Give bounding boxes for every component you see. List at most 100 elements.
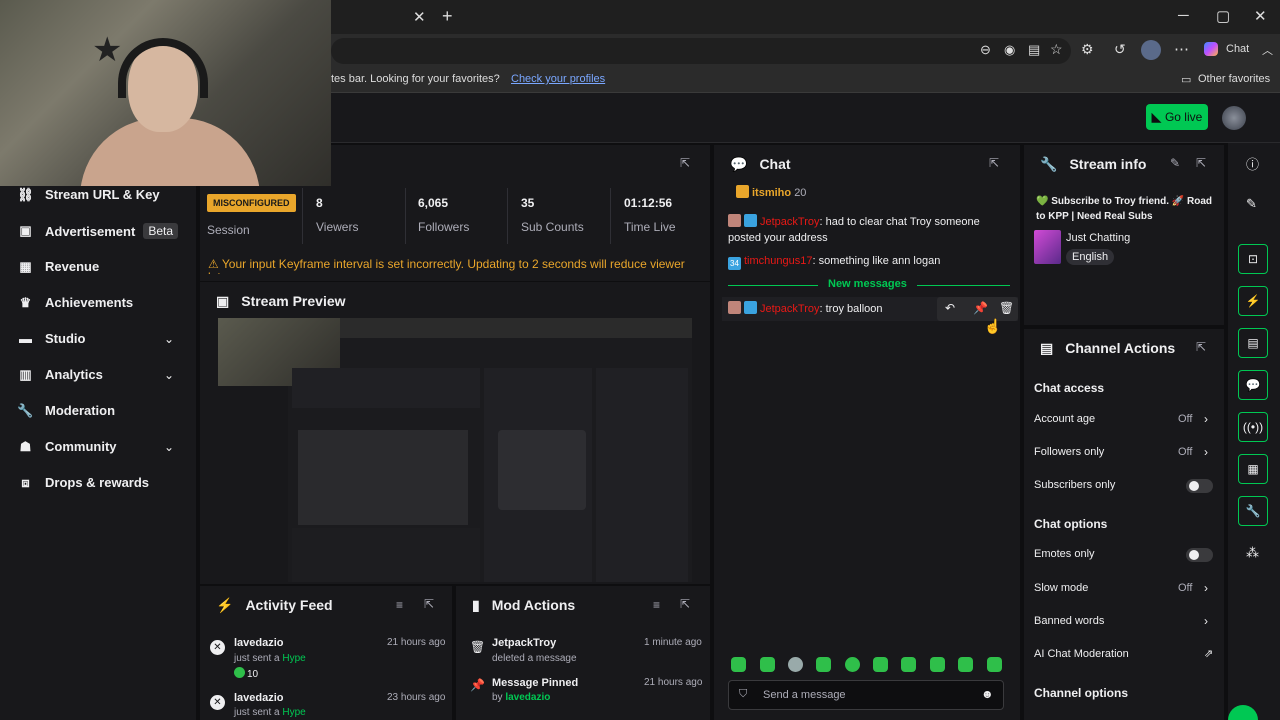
warning-text: Your input Keyframe interval is set inco… (208, 258, 685, 274)
add-action-icon[interactable]: ⁂ (1246, 545, 1259, 561)
nav-item-moderation[interactable]: 🔧 Moderation (17, 403, 115, 419)
pin-icon[interactable]: 📌 (973, 301, 988, 315)
popout-icon[interactable]: ⇱ (680, 156, 690, 170)
feed-user[interactable]: lavedazio (234, 637, 284, 649)
copilot-icon[interactable] (1204, 42, 1218, 56)
new-tab-icon[interactable]: + (442, 6, 453, 27)
other-favorites[interactable]: Other favorites (1198, 73, 1270, 85)
popout-icon[interactable]: ⇱ (680, 597, 690, 611)
category-box-art[interactable] (1034, 230, 1061, 264)
go-live-button[interactable]: ◣ Go live (1146, 104, 1208, 130)
chat-username[interactable]: itsmiho (752, 187, 791, 199)
emote-icon[interactable] (987, 657, 1002, 672)
chevron-right-icon[interactable]: › (1204, 412, 1208, 426)
quick-action-layout[interactable]: ▦ (1238, 454, 1268, 484)
edit-icon[interactable]: ✎ (1170, 156, 1180, 170)
popout-icon[interactable]: ⇱ (989, 156, 999, 170)
emotes-only-toggle[interactable] (1186, 548, 1213, 562)
quick-action-lightning[interactable]: ⚡ (1238, 286, 1268, 316)
emote-icon[interactable] (760, 657, 775, 672)
edit-icon[interactable]: ✎ (1246, 196, 1257, 212)
zoom-icon[interactable]: ⊖ (980, 42, 991, 58)
language-tag[interactable]: English (1066, 249, 1115, 265)
filter-icon[interactable]: ≡ (653, 598, 660, 612)
banned-words-label[interactable]: Banned words (1034, 615, 1104, 627)
chat-input-placeholder: Send a message (763, 689, 846, 701)
delete-icon[interactable]: 🗑 (999, 301, 1014, 315)
emote-icon[interactable] (873, 657, 888, 672)
profile-avatar[interactable] (1141, 40, 1161, 60)
close-tab-icon[interactable]: ✕ (413, 8, 426, 26)
nav-item-revenue[interactable]: ▦ Revenue (18, 259, 99, 275)
chat-username[interactable]: JetpackTroy (760, 216, 820, 228)
feed-action-text: just sent a (234, 653, 280, 664)
account-age-label[interactable]: Account age (1034, 413, 1095, 425)
mod-action-user[interactable]: JetpackTroy (492, 637, 556, 649)
ai-chat-moderation-label[interactable]: AI Chat Moderation (1034, 648, 1129, 660)
emote-icon[interactable] (788, 657, 803, 672)
chevron-down-icon[interactable]: ⌄ (164, 440, 174, 454)
nav-item-achievements[interactable]: ♛ Achievements (18, 295, 133, 311)
tracking-icon[interactable]: ◉ (1004, 42, 1015, 58)
nav-item-community[interactable]: ☗ Community (18, 439, 117, 455)
emote-icon[interactable] (930, 657, 945, 672)
feed-amount: 10 (234, 667, 258, 680)
popout-icon[interactable]: ⇱ (1196, 340, 1206, 354)
popout-icon[interactable]: ⇱ (1196, 156, 1206, 170)
emote-icon[interactable] (958, 657, 973, 672)
followers-only-label[interactable]: Followers only (1034, 446, 1104, 458)
reader-icon[interactable]: ▤ (1028, 42, 1040, 58)
nav-item-advertisement[interactable]: ▣ Advertisement Beta (18, 223, 178, 239)
nav-item-drops[interactable]: ⧈ Drops & rewards (18, 475, 149, 491)
close-window-icon[interactable]: ✕ (1254, 7, 1267, 25)
copilot-label[interactable]: Chat (1226, 43, 1249, 55)
chevron-right-icon[interactable]: › (1204, 445, 1208, 459)
user-avatar[interactable] (1222, 106, 1246, 130)
chevron-down-icon[interactable]: ⌄ (164, 368, 174, 382)
emote-icon[interactable] (731, 657, 746, 672)
emote-icon[interactable] (845, 657, 860, 672)
emote-icon[interactable] (901, 657, 916, 672)
maximize-icon[interactable]: ▢ (1216, 7, 1230, 25)
more-menu-icon[interactable]: ⋯ (1174, 40, 1189, 58)
quick-action-settings[interactable]: 🔧 (1238, 496, 1268, 526)
quick-action-chat[interactable]: 💬 (1238, 370, 1268, 400)
nav-item-analytics[interactable]: ▥ Analytics (18, 367, 102, 383)
url-field[interactable] (331, 38, 1071, 64)
info-icon[interactable]: ⓘ (1246, 154, 1259, 173)
minimize-icon[interactable]: ─ (1178, 7, 1189, 24)
feed-user[interactable]: lavedazio (234, 692, 284, 704)
external-link-icon[interactable]: ⇗ (1204, 647, 1213, 660)
category-name[interactable]: Just Chatting (1066, 232, 1130, 244)
chevron-up-icon[interactable]: ︿ (1262, 42, 1273, 58)
slow-mode-label[interactable]: Slow mode (1034, 582, 1088, 594)
emoji-icon[interactable]: ☻ (981, 687, 994, 701)
filter-icon[interactable]: ≡ (396, 598, 403, 612)
shield-icon[interactable]: ⛉ (739, 688, 747, 701)
quick-action-notes[interactable]: ▤ (1238, 328, 1268, 358)
subscribers-only-toggle[interactable] (1186, 479, 1213, 493)
emote-icon[interactable] (816, 657, 831, 672)
mod-action-user[interactable]: Message Pinned (492, 677, 578, 689)
extensions-icon[interactable]: ⚙ (1081, 41, 1094, 58)
undo-icon[interactable]: ↶ (945, 301, 955, 315)
chevron-down-icon[interactable]: ⌄ (164, 332, 174, 346)
chat-input[interactable]: ⛉ Send a message ☻ (728, 680, 1004, 710)
chevron-right-icon[interactable]: › (1204, 614, 1208, 628)
time-live-label: Time Live (624, 220, 676, 234)
nav-label: Advertisement (45, 223, 136, 239)
followers-value: 6,065 (418, 196, 449, 210)
quick-action-clip[interactable]: ⊡ (1238, 244, 1268, 274)
check-profiles-link[interactable]: Check your profiles (511, 73, 605, 85)
chat-username[interactable]: timchungus17 (744, 255, 813, 267)
stream-preview-video[interactable] (218, 318, 692, 582)
nav-item-stream-url[interactable]: ⛓ Stream URL & Key (17, 187, 159, 203)
favorite-star-icon[interactable]: ☆ (1050, 41, 1063, 58)
chat-username[interactable]: JetpackTroy (760, 303, 820, 315)
mod-action-by-user[interactable]: lavedazio (505, 692, 550, 703)
history-icon[interactable]: ↺ (1114, 41, 1126, 58)
nav-item-studio[interactable]: ▬ Studio (18, 331, 85, 346)
chevron-right-icon[interactable]: › (1204, 581, 1208, 595)
quick-action-broadcast[interactable]: ((•)) (1238, 412, 1268, 442)
popout-icon[interactable]: ⇱ (424, 597, 434, 611)
